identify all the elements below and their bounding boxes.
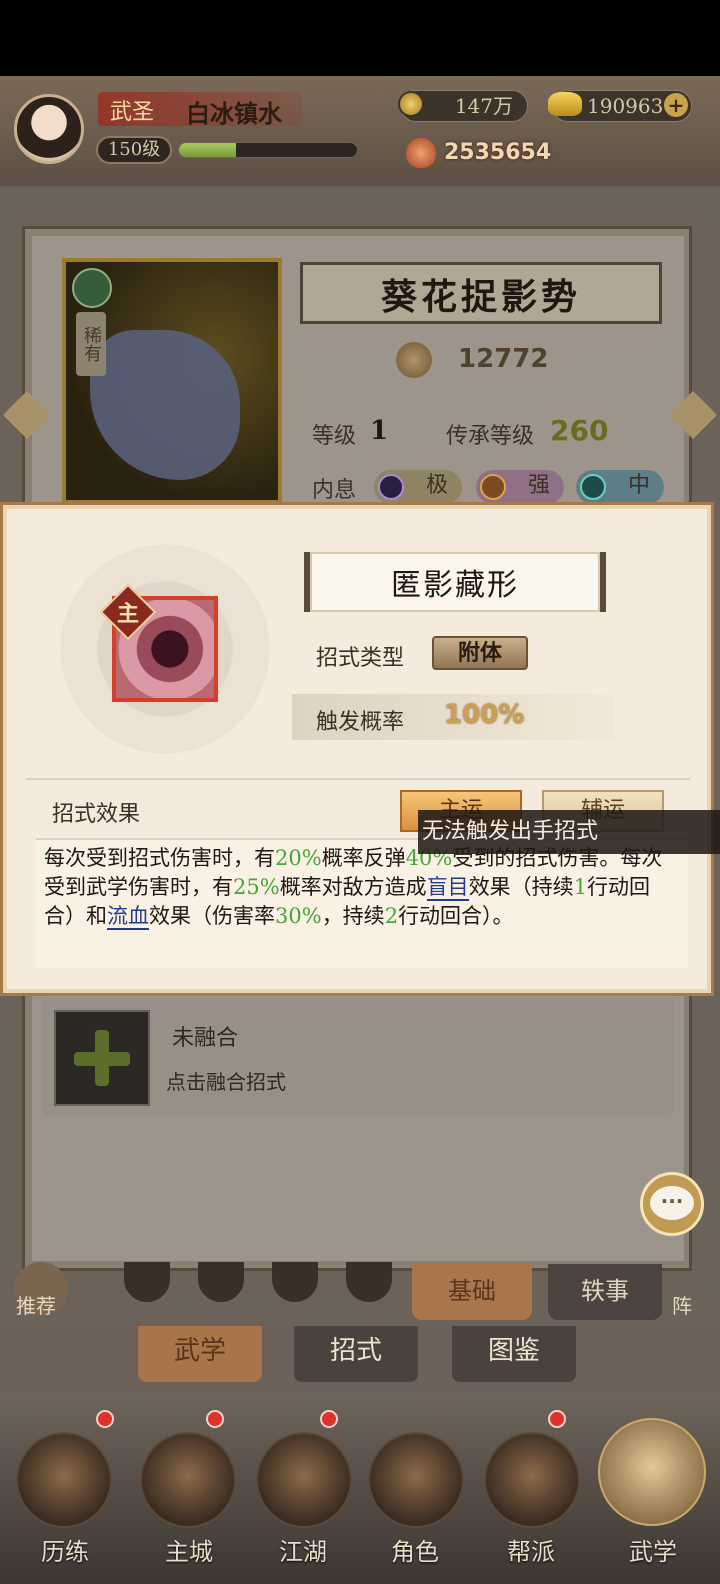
trigger-rate-label: 触发概率 xyxy=(316,710,405,735)
martial-arts-scroll-icon[interactable] xyxy=(598,1418,706,1526)
recommend-label: 推荐 xyxy=(16,1294,56,1318)
notification-dot xyxy=(206,1410,224,1428)
player-avatar[interactable] xyxy=(14,94,84,164)
character-icon[interactable] xyxy=(368,1432,464,1528)
trigger-rate-value: 100% xyxy=(444,700,525,730)
training-icon[interactable] xyxy=(16,1432,112,1528)
effect-text-segment: 概率对敌方造成 xyxy=(279,875,427,899)
divider xyxy=(26,778,690,780)
effect-text-segment: ，持续 xyxy=(321,904,385,928)
guild-icon[interactable] xyxy=(484,1432,580,1528)
effect-text-segment: 每次受到招式伤害时，有 xyxy=(44,846,275,870)
nav-label-character[interactable]: 角色 xyxy=(360,1532,470,1567)
notification-dot xyxy=(548,1410,566,1428)
exp-bar-fill xyxy=(179,143,236,157)
highlight-value: 30% xyxy=(275,904,322,928)
main-city-icon[interactable] xyxy=(140,1432,236,1528)
crescent-icon xyxy=(580,474,606,500)
status-link[interactable]: 流血 xyxy=(107,904,149,930)
move-type-badge: 附体 xyxy=(432,636,528,670)
tab-anecdote[interactable]: 轶事 xyxy=(548,1264,662,1320)
effect-text-segment: 效果（伤害率 xyxy=(149,904,275,928)
nav-label-jianghu[interactable]: 江湖 xyxy=(248,1532,358,1567)
nav-label-guild[interactable]: 帮派 xyxy=(476,1532,586,1567)
main-badge-label: 主 xyxy=(116,601,139,627)
neixi-label: 内息 xyxy=(312,478,357,503)
highlight-value: 20% xyxy=(275,846,322,870)
effect-description: 每次受到招式伤害时，有20%概率反弹40%受到的招式伤害。每次受到武学伤害时，有… xyxy=(44,844,676,931)
fusion-hint[interactable]: 点击融合招式 xyxy=(166,1066,286,1095)
add-gold-button[interactable]: + xyxy=(664,93,688,117)
school-emblem-icon xyxy=(72,268,112,308)
move-title: 匿影藏形 xyxy=(391,568,519,603)
notification-dot xyxy=(96,1410,114,1428)
player-name: 白冰镇水 xyxy=(186,99,282,128)
effect-text-segment: 效果（持续 xyxy=(468,875,574,899)
notification-dot xyxy=(320,1410,338,1428)
level-label: 等级 xyxy=(312,424,357,449)
skill-title: 葵花捉影势 xyxy=(380,276,581,318)
skill-power: 12772 xyxy=(458,344,549,374)
combat-power: 2535654 xyxy=(444,140,552,165)
inherit-level-label: 传承等级 xyxy=(446,424,535,449)
power-icon xyxy=(406,138,436,168)
plus-icon-vertical xyxy=(95,1030,109,1086)
highlight-value: 2 xyxy=(384,904,399,928)
tab-zhaoshi[interactable]: 招式 xyxy=(294,1326,418,1382)
level-value: 1 xyxy=(370,416,389,446)
highlight-value: 25% xyxy=(233,875,280,899)
rarity-tag: 稀有 xyxy=(76,312,106,376)
tab-tujian[interactable]: 图鉴 xyxy=(452,1326,576,1382)
gold-ingot-icon xyxy=(548,92,582,116)
skill-power-icon xyxy=(396,342,432,378)
status-bar xyxy=(0,0,720,76)
move-type-label: 招式类型 xyxy=(316,646,405,671)
tooltip: 无法触发出手招式 xyxy=(418,810,720,854)
effect-text-segment: 行动回合）。 xyxy=(398,904,514,928)
highlight-value: 1 xyxy=(573,875,588,899)
formation-label[interactable]: 阵 xyxy=(672,1290,692,1319)
category-icon[interactable] xyxy=(346,1262,392,1302)
sun-icon xyxy=(480,474,506,500)
tab-basic[interactable]: 基础 xyxy=(412,1264,532,1320)
category-icon[interactable] xyxy=(272,1262,318,1302)
jianghu-icon[interactable] xyxy=(256,1432,352,1528)
chat-bubble-icon: ··· xyxy=(650,1186,694,1220)
inherit-level-value: 260 xyxy=(550,414,609,447)
fusion-title: 未融合 xyxy=(172,1026,239,1051)
nav-label-training[interactable]: 历练 xyxy=(10,1532,120,1567)
exp-bar xyxy=(178,142,358,158)
effect-text-segment: 概率反弹 xyxy=(321,846,406,870)
player-level: 150级 xyxy=(96,136,172,164)
rank-label: 武圣 xyxy=(110,100,155,125)
nav-label-main-city[interactable]: 主城 xyxy=(134,1532,244,1567)
status-link[interactable]: 盲目 xyxy=(426,875,469,901)
category-icon[interactable] xyxy=(198,1262,244,1302)
tab-wuxue[interactable]: 武学 xyxy=(138,1326,262,1382)
nav-label-martial-arts[interactable]: 武学 xyxy=(598,1532,708,1567)
effect-label: 招式效果 xyxy=(52,802,141,827)
moon-icon xyxy=(378,474,404,500)
category-icon[interactable] xyxy=(124,1262,170,1302)
coin-icon xyxy=(398,91,424,117)
